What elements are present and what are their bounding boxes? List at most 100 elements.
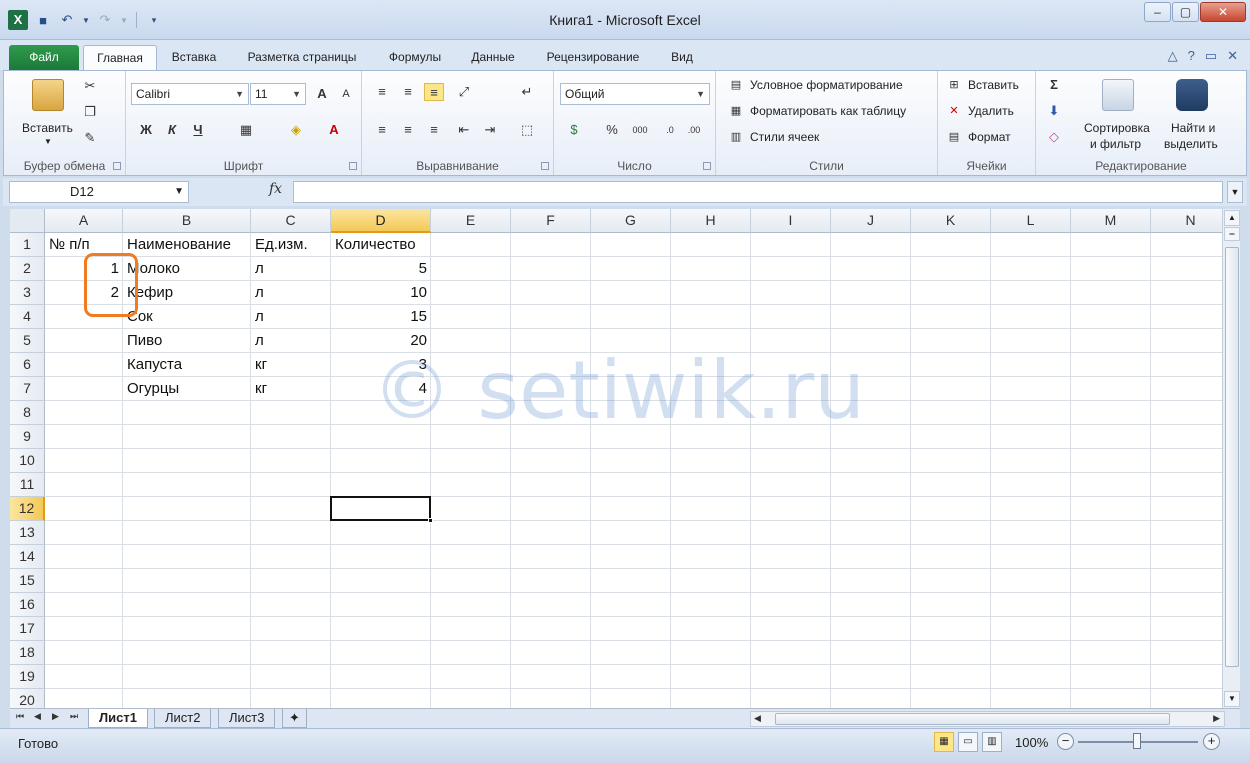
cell-unit[interactable]: л — [251, 281, 331, 305]
row-header-16[interactable]: 16 — [10, 593, 45, 617]
column-header-c[interactable]: C — [251, 209, 331, 233]
page-layout-view-icon[interactable]: ▭ — [958, 732, 978, 752]
cut-icon[interactable]: ✂ — [80, 77, 100, 95]
header-cell[interactable]: Наименование — [123, 233, 251, 257]
row-header-7[interactable]: 7 — [10, 377, 45, 401]
find-select-label-1[interactable]: Найти и — [1171, 121, 1215, 135]
row-header-13[interactable]: 13 — [10, 521, 45, 545]
wrap-text-icon[interactable]: ↵ — [517, 83, 537, 101]
cell-unit[interactable]: л — [251, 305, 331, 329]
sort-filter-label-1[interactable]: Сортировка — [1084, 121, 1150, 135]
decrease-decimal-icon[interactable]: .00 — [684, 121, 704, 139]
find-select-label-2[interactable]: выделить — [1164, 137, 1218, 151]
font-launcher-icon[interactable] — [349, 162, 357, 170]
cell-name[interactable]: Молоко — [123, 257, 251, 281]
underline-button[interactable]: Ч — [188, 121, 208, 139]
column-header-d[interactable]: D — [331, 209, 431, 233]
next-sheet-icon[interactable]: ▶ — [52, 711, 59, 722]
increase-indent-icon[interactable]: ⇥ — [480, 121, 500, 139]
column-header-a[interactable]: A — [45, 209, 123, 233]
borders-icon[interactable]: ▦ — [236, 121, 256, 139]
help-icon[interactable]: ? — [1188, 48, 1195, 64]
prev-sheet-icon[interactable]: ◀ — [34, 711, 41, 722]
column-header-i[interactable]: I — [751, 209, 831, 233]
bold-button[interactable]: Ж — [136, 121, 156, 139]
cell-qty[interactable]: 4 — [331, 377, 431, 401]
delete-cells-button[interactable]: Удалить — [968, 104, 1014, 118]
select-all-corner[interactable] — [10, 209, 45, 233]
paste-icon[interactable] — [32, 79, 64, 111]
row-header-4[interactable]: 4 — [10, 305, 45, 329]
cell-qty[interactable]: 3 — [331, 353, 431, 377]
paste-button[interactable]: Вставить — [22, 121, 73, 135]
active-cell-selection[interactable] — [330, 496, 433, 523]
normal-view-icon[interactable]: ▦ — [934, 732, 954, 752]
row-header-1[interactable]: 1 — [10, 233, 45, 257]
cell-qty[interactable]: 15 — [331, 305, 431, 329]
align-left-icon[interactable]: ≡ — [372, 121, 392, 139]
close-workbook-icon[interactable]: ✕ — [1227, 48, 1238, 64]
tab-file[interactable]: Файл — [9, 45, 79, 70]
row-header-6[interactable]: 6 — [10, 353, 45, 377]
cell-unit[interactable]: л — [251, 257, 331, 281]
cell-name[interactable]: Огурцы — [123, 377, 251, 401]
minimize-ribbon-icon[interactable]: △ — [1168, 48, 1178, 64]
decrease-indent-icon[interactable]: ⇤ — [454, 121, 474, 139]
cell-unit[interactable]: л — [251, 329, 331, 353]
insert-function-icon[interactable]: fx — [269, 181, 282, 197]
zoom-slider-thumb[interactable] — [1133, 733, 1141, 749]
first-sheet-icon[interactable]: ⏮ — [16, 711, 24, 722]
percent-button[interactable]: % — [602, 121, 622, 139]
column-header-h[interactable]: H — [671, 209, 751, 233]
scroll-up-icon[interactable]: ▲ — [1224, 210, 1240, 226]
grow-font-icon[interactable]: A — [312, 85, 332, 103]
row-header-2[interactable]: 2 — [10, 257, 45, 281]
format-cells-button[interactable]: Формат — [968, 130, 1011, 144]
tab-home[interactable]: Главная — [83, 45, 157, 70]
tab-review[interactable]: Рецензирование — [536, 45, 650, 70]
row-header-8[interactable]: 8 — [10, 401, 45, 425]
cell-qty[interactable]: 10 — [331, 281, 431, 305]
align-center-icon[interactable]: ≡ — [398, 121, 418, 139]
row-header-17[interactable]: 17 — [10, 617, 45, 641]
last-sheet-icon[interactable]: ⏭ — [70, 711, 78, 722]
increase-decimal-icon[interactable]: .0 — [660, 121, 680, 139]
horizontal-scroll-thumb[interactable] — [775, 713, 1170, 725]
tab-data[interactable]: Данные — [462, 45, 524, 70]
shrink-font-icon[interactable]: A — [336, 85, 356, 103]
cell-qty[interactable]: 5 — [331, 257, 431, 281]
column-header-g[interactable]: G — [591, 209, 671, 233]
horizontal-scrollbar[interactable]: ◀ ▶ — [750, 711, 1225, 727]
fill-color-icon[interactable]: ◈ — [286, 121, 306, 139]
tab-insert[interactable]: Вставка — [163, 45, 225, 70]
conditional-formatting-button[interactable]: Условное форматирование — [750, 78, 903, 92]
expand-formula-bar-icon[interactable]: ▼ — [1227, 181, 1243, 203]
column-header-n[interactable]: N — [1151, 209, 1222, 233]
row-header-5[interactable]: 5 — [10, 329, 45, 353]
cell-name[interactable]: Капуста — [123, 353, 251, 377]
name-box[interactable]: D12 ▼ — [9, 181, 189, 203]
italic-button[interactable]: К — [162, 121, 182, 139]
split-box-icon[interactable]: ═ — [1224, 227, 1240, 241]
insert-cells-button[interactable]: Вставить — [968, 78, 1019, 92]
row-header-10[interactable]: 10 — [10, 449, 45, 473]
format-as-table-button[interactable]: Форматировать как таблицу — [750, 104, 906, 118]
zoom-level[interactable]: 100% — [1015, 735, 1048, 750]
minimize-button[interactable]: – — [1144, 2, 1171, 22]
sort-filter-icon[interactable] — [1102, 79, 1134, 111]
column-header-b[interactable]: B — [123, 209, 251, 233]
cell-styles-button[interactable]: Стили ячеек — [750, 130, 819, 144]
scroll-right-icon[interactable]: ▶ — [1213, 713, 1220, 724]
orientation-icon[interactable]: ⤢ — [454, 83, 474, 101]
alignment-launcher-icon[interactable] — [541, 162, 549, 170]
row-header-3[interactable]: 3 — [10, 281, 45, 305]
thousands-separator-button[interactable]: 000 — [628, 121, 652, 139]
sheet-tab-3[interactable]: Лист3 — [218, 709, 276, 728]
cell-num[interactable] — [45, 329, 123, 353]
sheet-tab-2[interactable]: Лист2 — [154, 709, 212, 728]
column-header-e[interactable]: E — [431, 209, 511, 233]
align-middle-icon[interactable]: ≡ — [398, 83, 418, 101]
cell-unit[interactable]: кг — [251, 377, 331, 401]
zoom-in-icon[interactable]: + — [1203, 733, 1220, 750]
vertical-scroll-thumb[interactable] — [1225, 247, 1239, 667]
